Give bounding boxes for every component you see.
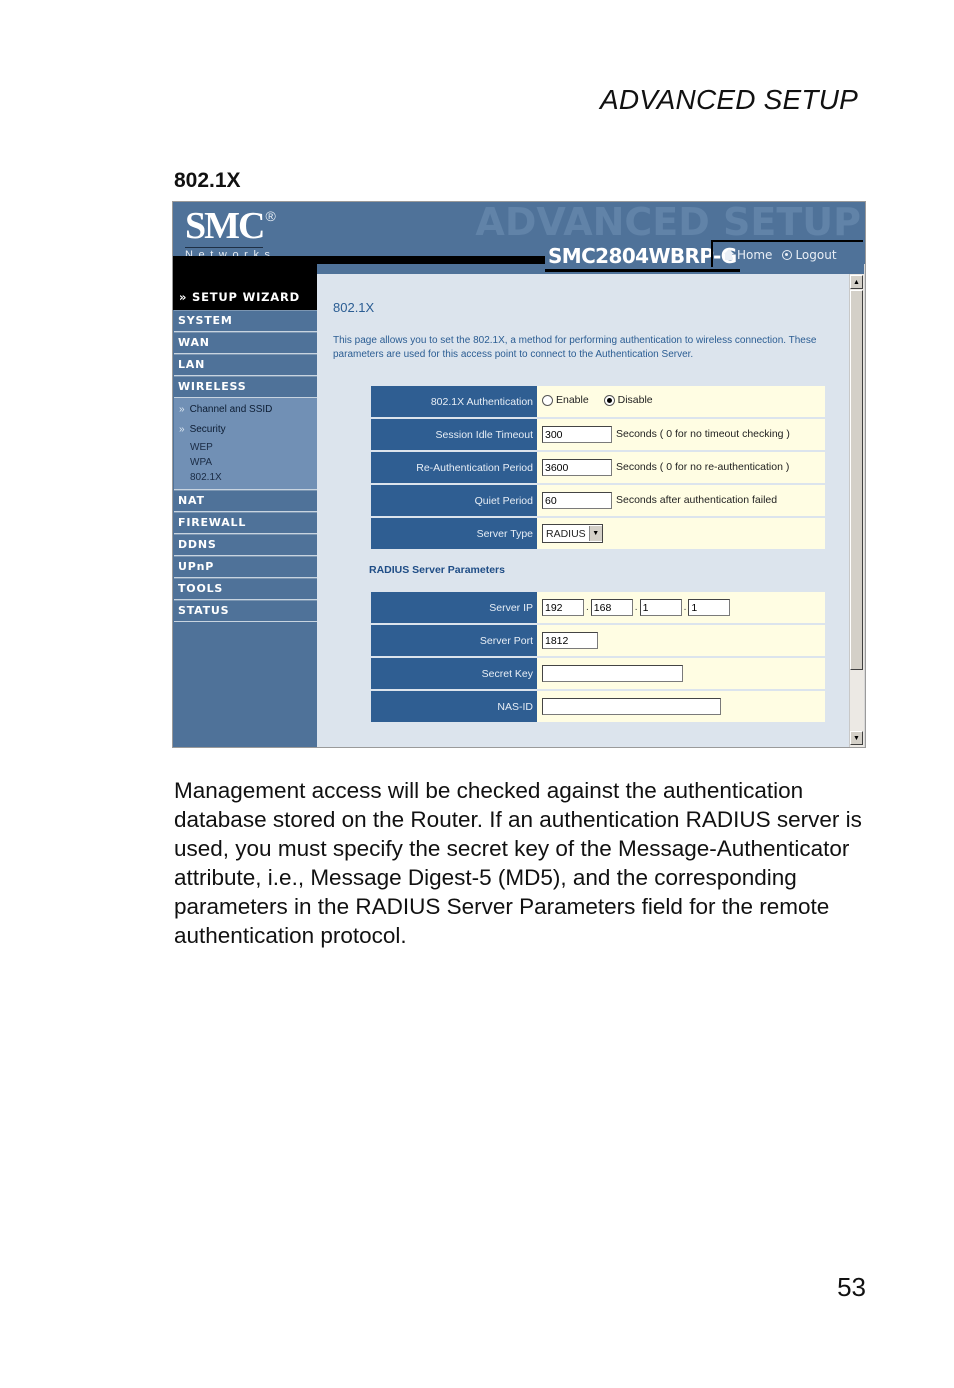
content-panel: 802.1X This page allows you to set the 8… [317,274,849,747]
server-ip-octet-2[interactable] [590,599,633,616]
sidebar-subitem-8021x[interactable]: 802.1X [174,470,317,485]
table-row: Re-Authentication Period Seconds ( 0 for… [371,452,825,483]
session-timeout-input[interactable] [542,426,612,443]
sidebar-item-system[interactable]: SYSTEM [174,310,317,332]
secret-key-label: Secret Key [371,658,537,689]
table-row: Quiet Period Seconds after authenticatio… [371,485,825,516]
server-ip-octet-3[interactable] [639,599,682,616]
ip-separator: . [634,602,638,614]
auth-settings-table: 802.1X Authentication Enable Disable Ses… [371,384,825,551]
session-timeout-label: Session Idle Timeout [371,419,537,450]
radius-settings-table: Server IP ... Server Port Secret Key NAS… [371,590,825,724]
sidebar-subitem-channel-ssid[interactable]: » Channel and SSID [174,400,317,420]
home-icon [723,249,734,260]
table-row: Session Idle Timeout Seconds ( 0 for no … [371,419,825,450]
subitem-label: Security [189,424,226,435]
reauth-period-label: Re-Authentication Period [371,452,537,483]
sidebar-item-setup-wizard[interactable]: » SETUP WIZARD [173,264,317,310]
secret-key-input[interactable] [542,665,683,682]
page-number: 53 [837,1272,866,1302]
reauth-period-note: Seconds ( 0 for no re-authentication ) [616,461,790,474]
running-head: ADVANCED SETUP [600,84,858,115]
chevron-icon: » [179,404,185,415]
radius-section-heading: RADIUS Server Parameters [369,564,505,576]
table-row: NAS-ID [371,691,825,722]
server-port-label: Server Port [371,625,537,656]
nas-id-label: NAS-ID [371,691,537,722]
router-screenshot: SMC ® Networks ADVANCED SETUP SMC2804WBRP… [172,201,866,748]
sidebar-item-ddns[interactable]: DDNS [174,534,317,556]
server-type-label: Server Type [371,518,537,549]
smc-logo: SMC ® Networks [185,206,276,261]
server-type-select[interactable]: RADIUS ▼ [542,524,603,543]
scroll-up-button[interactable]: ▲ [850,275,863,289]
server-ip-label: Server IP [371,592,537,623]
page-title: 802.1X [333,300,375,315]
page-description: This page allows you to set the 802.1X, … [333,335,817,360]
sidebar-item-wan[interactable]: WAN [174,332,317,354]
session-timeout-note: Seconds ( 0 for no timeout checking ) [616,428,790,441]
logo-text: SMC [185,205,265,247]
sidebar-subitem-wpa[interactable]: WPA [174,455,317,470]
logout-link[interactable]: Logout [782,247,837,262]
scroll-thumb[interactable] [850,290,863,670]
sidebar-item-upnp[interactable]: UPnP [174,556,317,578]
logout-icon [782,249,793,260]
server-port-input[interactable] [542,632,598,649]
wireless-submenu: » Channel and SSID » Security WEP WPA 802.… [174,398,317,490]
ip-separator: . [586,602,589,614]
quiet-period-note: Seconds after authentication failed [616,494,778,507]
table-row: Server IP ... [371,592,825,623]
sidebar-item-firewall[interactable]: FIREWALL [174,512,317,534]
quiet-period-label: Quiet Period [371,485,537,516]
server-type-value: RADIUS [546,527,586,540]
vertical-scrollbar[interactable]: ▲ ▼ [849,274,864,747]
sidebar-item-nat[interactable]: NAT [174,490,317,512]
sidebar: » SETUP WIZARD SYSTEM WAN LAN WIRELESS »… [173,264,317,747]
table-row: Server Port [371,625,825,656]
nas-id-input[interactable] [542,698,721,715]
header: SMC ® Networks ADVANCED SETUP SMC2804WBRP… [173,201,865,272]
top-links: Home Logout [711,240,863,267]
disable-radio[interactable]: Disable [603,394,653,407]
scroll-down-button[interactable]: ▼ [850,731,863,745]
logo-divider [185,247,263,248]
sidebar-item-tools[interactable]: TOOLS [174,578,317,600]
radio-checked-icon [603,394,615,406]
sidebar-subitem-security[interactable]: » Security [174,420,317,440]
ip-separator: . [683,602,687,614]
table-row: Server Type RADIUS ▼ [371,518,825,549]
sidebar-item-status[interactable]: STATUS [174,600,317,622]
sidebar-item-wireless[interactable]: WIRELESS [174,376,317,398]
chevron-icon: » [179,424,185,435]
body-paragraph: Management access will be checked agains… [174,778,862,948]
sidebar-item-lan[interactable]: LAN [174,354,317,376]
subitem-label: Channel and SSID [189,404,273,415]
header-black-bar [173,256,545,264]
disable-label: Disable [617,394,653,407]
server-ip-octet-1[interactable] [542,599,584,616]
server-ip-octet-4[interactable] [688,599,731,616]
logout-label: Logout [795,247,837,262]
section-title: 802.1X [174,169,241,192]
home-link[interactable]: Home [723,248,772,262]
reauth-period-input[interactable] [542,459,612,476]
sidebar-subitem-wep[interactable]: WEP [174,440,317,455]
registered-mark: ® [265,208,276,224]
radio-icon [542,394,553,406]
auth-label: 802.1X Authentication [371,386,537,417]
enable-label: Enable [556,394,589,407]
chevron-down-icon: ▼ [588,526,602,541]
home-label: Home [737,247,773,262]
table-row: Secret Key [371,658,825,689]
table-row: 802.1X Authentication Enable Disable [371,386,825,417]
quiet-period-input[interactable] [542,492,612,509]
enable-radio[interactable]: Enable [542,394,589,406]
header-watermark: ADVANCED SETUP [475,201,861,244]
